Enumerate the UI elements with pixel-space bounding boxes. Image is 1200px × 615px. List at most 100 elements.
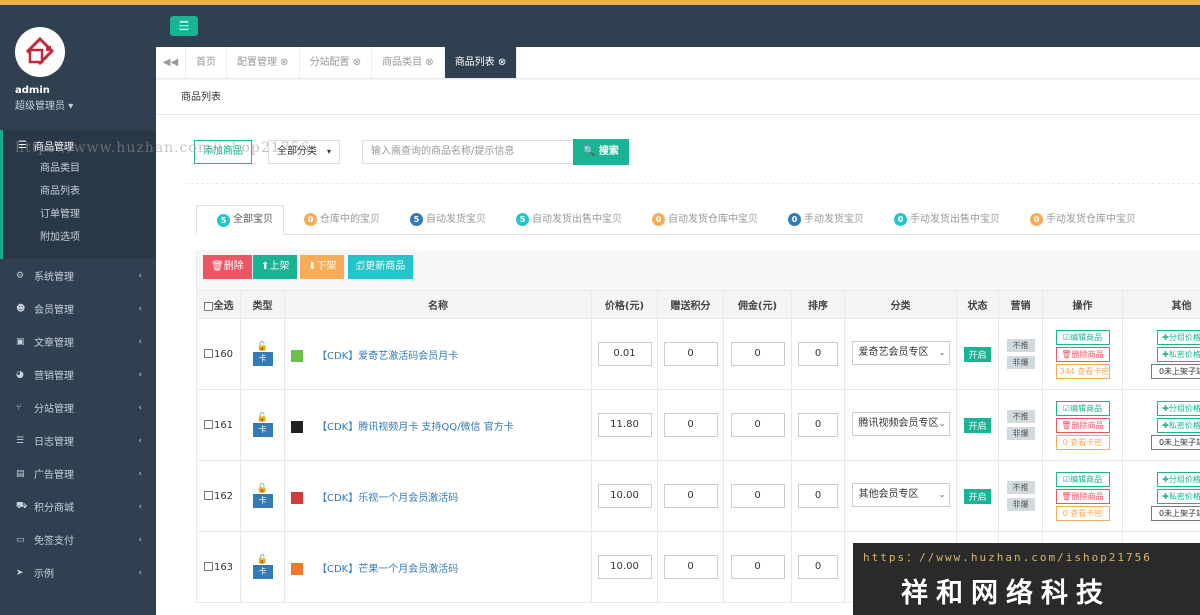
- shelve-button[interactable]: ⬆上架: [253, 255, 298, 279]
- submenu-item-product-list[interactable]: 商品列表: [40, 180, 156, 203]
- view-cards-button[interactable]: 344 查看卡密: [1055, 363, 1110, 379]
- product-tab-6[interactable]: 0 手动发货出售中宝贝: [874, 205, 1010, 234]
- select-all-checkbox[interactable]: [203, 301, 213, 311]
- submenu-item-options[interactable]: 附加选项: [40, 226, 156, 249]
- hot-badge[interactable]: 非爆: [1006, 356, 1035, 369]
- group-price-button[interactable]: ✚分组价格: [1156, 400, 1200, 416]
- recommend-badge[interactable]: 不推: [1006, 410, 1035, 423]
- recommend-badge[interactable]: 不推: [1006, 339, 1035, 352]
- tab-4[interactable]: 商品列表 ⊗: [444, 47, 518, 78]
- commission-input[interactable]: 0: [730, 413, 785, 437]
- row-checkbox[interactable]: [203, 349, 213, 358]
- row-checkbox[interactable]: [203, 562, 213, 571]
- hot-badge[interactable]: 非爆: [1006, 498, 1035, 511]
- name-cell: 【CDK】爱奇艺激活码会员月卡: [284, 318, 592, 390]
- points-input[interactable]: 0: [663, 555, 718, 579]
- commission-input[interactable]: 0: [730, 555, 785, 579]
- delete-product-button[interactable]: 🗑删除商品: [1055, 346, 1110, 362]
- sidebar-item-6[interactable]: ▤ 广告管理 ‹: [0, 457, 156, 490]
- product-tab-5[interactable]: 0 手动发货宝贝: [768, 205, 874, 234]
- group-price-button[interactable]: ✚分组价格: [1156, 471, 1200, 487]
- search-button[interactable]: 🔍 搜索: [573, 139, 629, 165]
- commission-input[interactable]: 0: [730, 342, 785, 366]
- sidebar-item-8[interactable]: ▭ 免签支付 ‹: [0, 523, 156, 556]
- sidebar-item-9[interactable]: ➤ 示例 ‹: [0, 556, 156, 589]
- sidebar-item-2[interactable]: ▣ 文章管理 ‹: [0, 325, 156, 358]
- product-tab-0[interactable]: 5 全部宝贝: [196, 205, 284, 235]
- sidebar-item-0[interactable]: ⚙ 系统管理 ‹: [0, 259, 156, 292]
- tabs-scroll-left-button[interactable]: ◀◀: [156, 47, 186, 78]
- sort-input[interactable]: 0: [798, 484, 838, 508]
- sidebar-item-3[interactable]: ◕ 营销管理 ‹: [0, 358, 156, 391]
- product-tab-3[interactable]: 5 自动发货出售中宝贝: [496, 205, 632, 234]
- update-products-button[interactable]: 🗊更新商品: [348, 255, 414, 279]
- delete-product-button[interactable]: 🗑删除商品: [1055, 488, 1110, 504]
- sort-input[interactable]: 0: [798, 413, 838, 437]
- bulk-delete-button[interactable]: 🗑删除: [203, 255, 252, 279]
- edit-product-button[interactable]: ☑编辑商品: [1055, 329, 1110, 345]
- edit-product-button[interactable]: ☑编辑商品: [1055, 400, 1110, 416]
- status-badge[interactable]: 开启: [964, 346, 991, 362]
- points-input[interactable]: 0: [663, 413, 718, 437]
- submenu-item-orders[interactable]: 订单管理: [40, 203, 156, 226]
- private-price-button[interactable]: ✚私密价格: [1156, 417, 1200, 433]
- category-select[interactable]: 爱奇艺会员专区 ⌄: [851, 340, 950, 365]
- substation-button[interactable]: 0未上架子站: [1150, 505, 1200, 521]
- private-price-button[interactable]: ✚私密价格: [1156, 488, 1200, 504]
- points-input[interactable]: 0: [663, 484, 718, 508]
- substation-button[interactable]: 0未上架子站: [1150, 434, 1200, 450]
- price-input[interactable]: 10.00: [597, 555, 652, 579]
- view-cards-button[interactable]: 0 查看卡密: [1055, 505, 1110, 521]
- chevron-left-icon: ‹: [138, 534, 142, 545]
- view-cards-button[interactable]: 0 查看卡密: [1055, 434, 1110, 450]
- tab-2[interactable]: 分站配置 ⊗: [300, 47, 373, 78]
- card-icon: ▭: [16, 534, 25, 545]
- category-select[interactable]: 腾讯视频会员专区 ⌄: [851, 411, 950, 436]
- user-role-dropdown[interactable]: 超级管理员 ▾: [15, 97, 156, 112]
- product-tab-7[interactable]: 0 手动发货仓库中宝贝: [1010, 205, 1146, 234]
- sort-input[interactable]: 0: [798, 342, 838, 366]
- product-name-link[interactable]: 【CDK】芒果一个月会员激活码: [317, 564, 458, 575]
- header-type: 类型: [240, 290, 285, 319]
- status-badge[interactable]: 开启: [964, 488, 991, 504]
- select-all-header[interactable]: 全选: [196, 290, 241, 319]
- recommend-badge[interactable]: 不推: [1006, 481, 1035, 494]
- menu-toggle-button[interactable]: ☰: [170, 16, 198, 36]
- avatar[interactable]: [15, 27, 65, 77]
- sidebar-item-1[interactable]: ☻ 会员管理 ‹: [0, 292, 156, 325]
- tab-1[interactable]: 配置管理 ⊗: [227, 47, 300, 78]
- points-input[interactable]: 0: [663, 342, 718, 366]
- submenu-item-categories[interactable]: 商品类目: [40, 157, 156, 180]
- product-tab-2[interactable]: 5 自动发货宝贝: [390, 205, 496, 234]
- sidebar-item-5[interactable]: ☰ 日志管理 ‹: [0, 424, 156, 457]
- product-name-link[interactable]: 【CDK】腾讯视频月卡 支持QQ/微信 官方卡: [317, 422, 514, 433]
- sidebar-item-7[interactable]: ⛟ 积分商城 ‹: [0, 490, 156, 523]
- sort-input[interactable]: 0: [798, 555, 838, 579]
- product-name-link[interactable]: 【CDK】乐视一个月会员激活码: [317, 493, 458, 504]
- sidebar-item-4[interactable]: ⑂ 分站管理 ‹: [0, 391, 156, 424]
- row-checkbox[interactable]: [203, 420, 213, 429]
- category-select[interactable]: 其他会员专区 ⌄: [851, 482, 950, 507]
- delete-product-button[interactable]: 🗑删除商品: [1055, 417, 1110, 433]
- tab-3[interactable]: 商品类目 ⊗: [372, 47, 445, 78]
- row-checkbox[interactable]: [203, 491, 213, 500]
- product-tab-4[interactable]: 0 自动发货仓库中宝贝: [632, 205, 768, 234]
- edit-product-button[interactable]: ☑编辑商品: [1055, 471, 1110, 487]
- private-price-button[interactable]: ✚私密价格: [1156, 346, 1200, 362]
- sort-cell: 0: [791, 531, 845, 603]
- product-tab-1[interactable]: 0 仓库中的宝贝: [284, 205, 390, 234]
- price-input[interactable]: 10.00: [597, 484, 652, 508]
- product-name-link[interactable]: 【CDK】爱奇艺激活码会员月卡: [317, 351, 458, 362]
- user-name[interactable]: admin: [15, 85, 156, 96]
- price-input[interactable]: 0.01: [597, 342, 652, 366]
- substation-button[interactable]: 0未上架子站: [1150, 363, 1200, 379]
- product-tab-label: 手动发货出售中宝贝: [910, 213, 1000, 225]
- status-badge[interactable]: 开启: [964, 417, 991, 433]
- tab-0[interactable]: 首页: [186, 47, 227, 78]
- price-input[interactable]: 11.80: [597, 413, 652, 437]
- search-input[interactable]: 输入需查询的商品名称/提示信息: [362, 140, 574, 164]
- hot-badge[interactable]: 非爆: [1006, 427, 1035, 440]
- unshelve-button[interactable]: ⬇下架: [300, 255, 345, 279]
- group-price-button[interactable]: ✚分组价格: [1156, 329, 1200, 345]
- commission-input[interactable]: 0: [730, 484, 785, 508]
